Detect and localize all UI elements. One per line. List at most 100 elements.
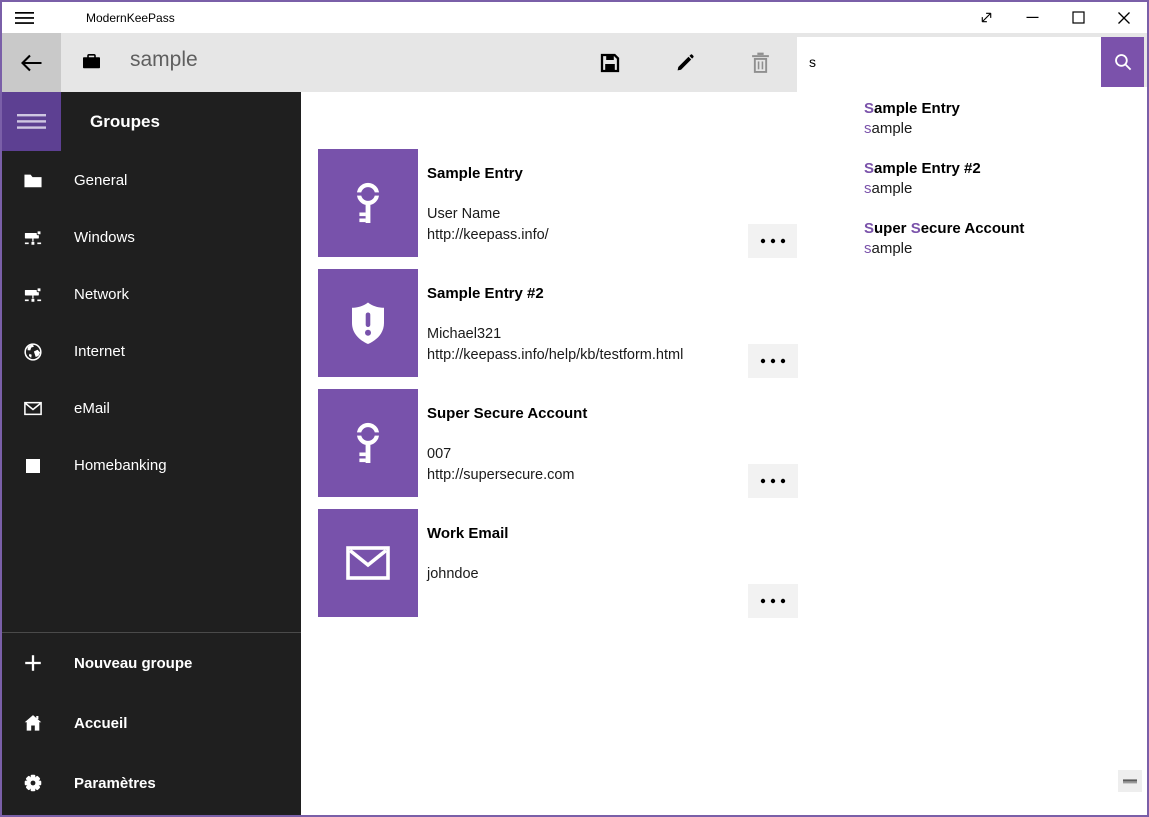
delete-trash-icon	[751, 52, 770, 73]
suggestion-title: Super Secure Account	[864, 219, 1147, 239]
banking-icon	[24, 459, 42, 473]
app-title: ModernKeePass	[86, 11, 175, 25]
entry-username: 007	[427, 444, 739, 465]
entry-super-secure-account[interactable]: Super Secure Account 007 http://supersec…	[318, 389, 799, 509]
entry-text: Sample Entry #2 Michael321 http://keepas…	[427, 269, 739, 365]
entry-username: User Name	[427, 204, 739, 225]
suggestion-title: Sample Entry #2	[864, 159, 1147, 179]
entry-username: Michael321	[427, 324, 739, 345]
suggestion-title: Sample Entry	[864, 99, 1147, 119]
more-ellipsis-icon	[760, 358, 786, 364]
plus-icon	[24, 652, 42, 674]
entry-sample-entry-2[interactable]: Sample Entry #2 Michael321 http://keepas…	[318, 269, 799, 389]
minimize-icon	[1026, 11, 1039, 24]
delete-button[interactable]	[736, 33, 784, 92]
entry-details: 007 http://supersecure.com	[427, 444, 739, 485]
home-icon	[24, 713, 42, 733]
search-suggestions: Sample Entry sample Sample Entry #2 samp…	[797, 87, 1147, 272]
entry-username: johndoe	[427, 564, 739, 585]
titlebar-hamburger-button[interactable]	[2, 2, 48, 33]
entry-title: Sample Entry	[427, 164, 739, 184]
sidebar-item-label: General	[74, 172, 127, 189]
hamburger-icon	[15, 11, 35, 25]
hamburger-icon	[17, 113, 47, 130]
pane-hamburger-button[interactable]	[2, 92, 61, 151]
pane-header: Groupes	[2, 92, 301, 151]
sidebar-item-label: Internet	[74, 343, 125, 360]
sidebar-item-internet[interactable]: Internet	[2, 323, 301, 380]
database-briefcase-icon	[82, 54, 101, 74]
new-group-button[interactable]: Nouveau groupe	[2, 633, 301, 693]
entry-tile	[318, 149, 418, 257]
zoom-out-button[interactable]	[1118, 770, 1142, 792]
close-button[interactable]	[1101, 2, 1147, 33]
fullscreen-button[interactable]	[963, 2, 1009, 33]
search-input[interactable]	[797, 37, 1101, 87]
mail-icon	[344, 543, 392, 583]
sidebar-item-label: Accueil	[74, 715, 127, 732]
appbar: sample	[2, 33, 1147, 92]
entry-text: Sample Entry User Name http://keepass.in…	[427, 149, 739, 245]
edit-pencil-icon	[675, 53, 695, 73]
entry-url: http://keepass.info/	[427, 225, 739, 246]
settings-button[interactable]: Paramètres	[2, 753, 301, 813]
search-button[interactable]	[1101, 37, 1144, 87]
minus-icon	[1123, 779, 1137, 784]
window-controls	[963, 2, 1147, 33]
entry-details: Michael321 http://keepass.info/help/kb/t…	[427, 324, 739, 365]
entry-more-button[interactable]	[748, 224, 798, 258]
more-ellipsis-icon	[760, 238, 786, 244]
entry-url: http://supersecure.com	[427, 465, 739, 486]
entry-tile	[318, 509, 418, 617]
back-arrow-icon	[18, 51, 45, 75]
entry-title: Sample Entry #2	[427, 284, 739, 304]
entry-tile	[318, 389, 418, 497]
folder-icon	[24, 173, 42, 188]
entry-more-button[interactable]	[748, 344, 798, 378]
minimize-button[interactable]	[1009, 2, 1055, 33]
entry-more-button[interactable]	[748, 584, 798, 618]
entry-tile	[318, 269, 418, 377]
groups-sidebar: Groupes General	[2, 92, 301, 815]
back-button[interactable]	[2, 33, 61, 92]
search-icon	[1113, 52, 1133, 72]
entry-sample-entry[interactable]: Sample Entry User Name http://keepass.in…	[318, 149, 799, 269]
entry-text: Work Email johndoe	[427, 509, 739, 585]
groups-heading: Groupes	[90, 92, 160, 151]
more-ellipsis-icon	[760, 598, 786, 604]
suggestion-subtitle: sample	[864, 239, 1147, 259]
sidebar-item-label: eMail	[74, 400, 110, 417]
entry-details: User Name http://keepass.info/	[427, 204, 739, 245]
suggestion-item[interactable]: Sample Entry sample	[797, 93, 1147, 153]
entry-details: johndoe	[427, 564, 739, 585]
home-button[interactable]: Accueil	[2, 693, 301, 753]
entry-title: Work Email	[427, 524, 739, 544]
sidebar-bottom: Nouveau groupe Accueil	[2, 632, 301, 813]
suggestion-item[interactable]: Sample Entry #2 sample	[797, 153, 1147, 213]
mail-icon	[24, 401, 42, 416]
sidebar-item-label: Paramètres	[74, 775, 156, 792]
sidebar-item-email[interactable]: eMail	[2, 380, 301, 437]
fullscreen-icon	[979, 10, 994, 25]
suggestion-item[interactable]: Super Secure Account sample	[797, 213, 1147, 273]
entry-work-email[interactable]: Work Email johndoe	[318, 509, 799, 629]
app-window: ModernKeePass	[0, 0, 1149, 817]
entry-more-button[interactable]	[748, 464, 798, 498]
suggestion-subtitle: sample	[864, 119, 1147, 139]
titlebar: ModernKeePass	[2, 2, 1147, 33]
sidebar-item-homebanking[interactable]: Homebanking	[2, 437, 301, 494]
sidebar-item-windows[interactable]: Windows	[2, 209, 301, 266]
entry-title: Super Secure Account	[427, 404, 739, 424]
database-title: sample	[130, 48, 198, 72]
shield-alert-icon	[344, 299, 392, 347]
sidebar-item-general[interactable]: General	[2, 152, 301, 209]
edit-button[interactable]	[661, 33, 709, 92]
save-button[interactable]	[586, 33, 634, 92]
maximize-button[interactable]	[1055, 2, 1101, 33]
sidebar-item-network[interactable]: Network	[2, 266, 301, 323]
key-icon	[344, 179, 392, 227]
search-box	[797, 37, 1144, 87]
sidebar-item-label: Homebanking	[74, 457, 167, 474]
globe-icon	[24, 342, 42, 362]
entry-text: Super Secure Account 007 http://supersec…	[427, 389, 739, 485]
